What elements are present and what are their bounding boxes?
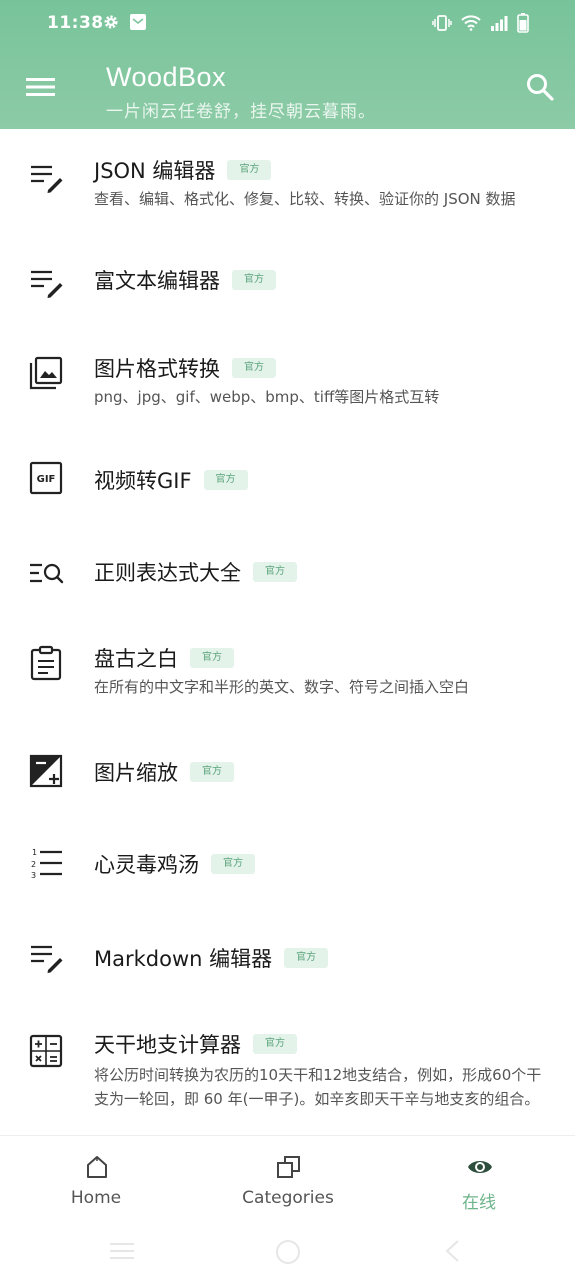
tool-description: 将公历时间转换为农历的10天干和12地支结合，例如，形成60个干支为一轮回，即 … [94, 1066, 542, 1108]
tab-label: Categories [242, 1188, 334, 1208]
official-badge: 官方 [253, 562, 297, 582]
official-badge: 官方 [211, 854, 255, 874]
tool-item-image-format-convert[interactable]: 图片格式转换 官方 png、jpg、gif、webp、bmp、tiff等图片格式互… [0, 337, 575, 437]
tab-online[interactable]: 在线 [383, 1136, 575, 1226]
tool-title-text: 盘古之白 [94, 647, 178, 671]
back-icon[interactable] [443, 1239, 461, 1263]
vibrate-icon [432, 15, 452, 31]
official-badge: 官方 [284, 948, 329, 968]
search-icon[interactable] [525, 72, 555, 102]
tool-item-regex-collection[interactable]: 正则表达式大全 官方 [0, 529, 575, 627]
official-badge: 官方 [232, 358, 276, 378]
tool-description: png、jpg、gif、webp、bmp、tiff等图片格式互转 [94, 388, 440, 406]
tool-title-text: 视频转GIF [94, 469, 192, 493]
tool-title-text: 心灵毒鸡汤 [94, 853, 199, 877]
edit-lines-icon [31, 270, 63, 298]
tool-title-text: JSON 编辑器 [94, 159, 216, 183]
tab-label: Home [70, 1188, 122, 1208]
signal-icon [491, 16, 508, 31]
battery-icon [517, 13, 529, 33]
tool-title: JSON 编辑器 官方 [94, 155, 272, 185]
official-badge: 官方 [232, 270, 276, 290]
calculator-icon [29, 1034, 63, 1068]
tool-title: 天干地支计算器 官方 [94, 1029, 297, 1059]
tool-item-rich-text-editor[interactable]: 富文本编辑器 官方 [0, 227, 575, 337]
tool-item-ganzhi-calculator[interactable]: 天干地支计算器 官方 将公历时间转换为农历的10天干和12地支结合，例如，形成60… [0, 1009, 575, 1135]
tool-title: 图片缩放 官方 [94, 757, 234, 787]
tool-title: 视频转GIF 官方 [94, 465, 248, 495]
official-badge: 官方 [190, 648, 234, 668]
gif-icon: GIF [29, 461, 63, 495]
svg-text:2: 2 [31, 860, 36, 869]
tool-item-soul-chicken-soup[interactable]: 1 2 3 心灵毒鸡汤 官方 [0, 825, 575, 917]
tool-title-text: Markdown 编辑器 [94, 947, 273, 971]
official-badge: 官方 [227, 160, 272, 180]
svg-text:3: 3 [31, 871, 36, 880]
image-library-icon [29, 356, 63, 390]
tool-item-video-to-gif[interactable]: GIF 视频转GIF 官方 [0, 437, 575, 529]
official-badge: 官方 [190, 762, 234, 782]
tool-title-text: 图片格式转换 [94, 357, 220, 381]
official-badge: 官方 [203, 470, 248, 490]
eye-icon [468, 1161, 492, 1173]
svg-text:GIF: GIF [37, 474, 56, 485]
home-circle-icon[interactable] [275, 1239, 301, 1265]
status-icons [432, 13, 529, 33]
tool-title: 心灵毒鸡汤 官方 [94, 849, 255, 879]
tool-title: 盘古之白 官方 [94, 643, 234, 673]
tool-description: 在所有的中文字和半形的英文、数字、符号之间插入空白 [94, 678, 470, 696]
tool-title-text: 天干地支计算器 [94, 1033, 241, 1057]
tool-title-text: 图片缩放 [94, 761, 178, 785]
menu-icon[interactable] [26, 74, 56, 100]
tool-item-json-editor[interactable]: JSON 编辑器 官方 查看、编辑、格式化、修复、比较、转换、验证你的 JSON … [0, 129, 575, 227]
tool-title-text: 富文本编辑器 [94, 269, 220, 293]
app-title: WoodBox [106, 62, 227, 92]
tab-label: 在线 [462, 1193, 496, 1213]
tool-title: 富文本编辑器 官方 [94, 265, 276, 295]
tab-categories[interactable]: Categories [192, 1136, 384, 1226]
tool-item-image-resize[interactable]: 图片缩放 官方 [0, 733, 575, 825]
app-subtitle: 一片闲云任卷舒，挂尽朝云暮雨。 [106, 102, 376, 122]
exposure-icon [29, 754, 63, 788]
wifi-icon [461, 15, 481, 31]
categories-icon [277, 1156, 300, 1178]
tool-item-pangu-spacing[interactable]: 盘古之白 官方 在所有的中文字和半形的英文、数字、符号之间插入空白 [0, 627, 575, 733]
tab-home[interactable]: Home [0, 1136, 192, 1226]
edit-lines-icon [31, 945, 63, 973]
tool-description: 查看、编辑、格式化、修复、比较、转换、验证你的 JSON 数据 [94, 190, 516, 208]
tool-title: Markdown 编辑器 官方 [94, 943, 329, 973]
tool-title: 正则表达式大全 官方 [94, 557, 297, 587]
tool-title: 图片格式转换 官方 [94, 353, 276, 383]
text-search-icon [30, 563, 64, 584]
tool-list: JSON 编辑器 官方 查看、编辑、格式化、修复、比较、转换、验证你的 JSON … [0, 129, 575, 1135]
numbered-list-icon: 1 2 3 [31, 848, 62, 880]
edit-lines-icon [31, 165, 63, 193]
tool-item-markdown-editor[interactable]: Markdown 编辑器 官方 [0, 917, 575, 1009]
settings-gear-icon [104, 15, 118, 29]
system-navigation-bar [0, 1225, 575, 1280]
app-header: 11:38 WoodBox 一片闲云任卷舒，挂尽朝云暮雨。 [0, 0, 575, 129]
home-icon [87, 1156, 107, 1178]
status-bar: 11:38 [0, 0, 575, 46]
tool-title-text: 正则表达式大全 [94, 561, 241, 585]
bottom-navigation: Home Categories 在线 [0, 1135, 575, 1226]
status-time: 11:38 [47, 13, 104, 33]
notification-mail-icon [130, 14, 146, 30]
clipboard-text-icon [30, 645, 62, 681]
official-badge: 官方 [253, 1034, 297, 1054]
recent-apps-icon[interactable] [108, 1241, 136, 1261]
svg-text:1: 1 [32, 848, 37, 857]
